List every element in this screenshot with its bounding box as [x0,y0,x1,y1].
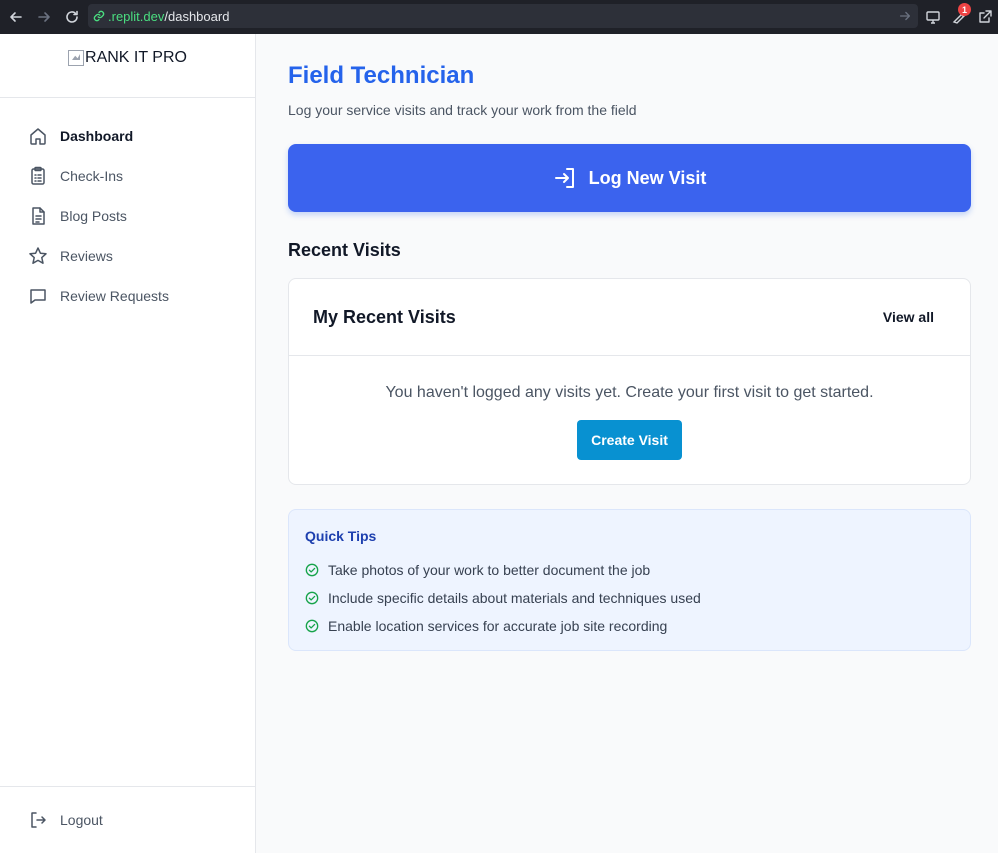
sidebar-nav: Dashboard Check-Ins Blog Posts Reviews R… [0,98,255,316]
logo-alt-text: RANK IT PRO [85,49,187,66]
sidebar-item-label: Dashboard [60,128,134,144]
sidebar-item-review-requests[interactable]: Review Requests [0,276,255,316]
arrow-right-icon [38,12,50,22]
logout-button[interactable]: Logout [0,786,255,853]
empty-state-message: You haven't logged any visits yet. Creat… [385,384,874,401]
check-circle-icon [305,619,319,633]
browser-toolbar: .replit.dev/dashboard 1 [0,0,998,34]
devtools-button[interactable]: 1 [946,0,972,34]
external-link-icon [979,10,992,23]
sidebar: RANK IT PRO Dashboard Check-Ins Blog Pos… [0,34,256,853]
recent-visits-heading: Recent Visits [288,240,401,260]
url-host: .replit.dev [108,8,165,24]
tip-item: Take photos of your work to better docum… [305,556,954,584]
logout-icon [31,812,46,828]
forward-button[interactable] [30,0,58,34]
tip-text: Enable location services for accurate jo… [328,618,668,634]
card-body: You haven't logged any visits yet. Creat… [289,356,970,460]
main-content: Field Technician Log your service visits… [288,34,971,651]
sidebar-item-label: Review Requests [60,288,169,304]
monitor-icon [926,11,940,24]
sidebar-item-reviews[interactable]: Reviews [0,236,255,276]
link-icon [93,10,105,22]
quick-tips-list: Take photos of your work to better docum… [305,556,954,640]
arrow-left-icon [10,12,22,22]
logo[interactable]: RANK IT PRO [68,49,187,97]
notification-badge: 1 [958,3,971,16]
check-circle-icon [305,563,319,577]
page-title: Field Technician [288,62,475,89]
home-icon [30,128,46,145]
open-external-button[interactable] [972,0,998,34]
star-icon [29,247,47,264]
address-bar[interactable]: .replit.dev/dashboard [88,4,918,28]
page-subtitle: Log your service visits and track your w… [288,102,637,118]
url-path: /dashboard [164,8,230,24]
browser-actions: 1 [920,0,998,34]
sidebar-item-dashboard[interactable]: Dashboard [0,116,255,156]
log-new-visit-button[interactable]: Log New Visit [288,144,971,212]
sidebar-item-label: Check-Ins [60,168,124,184]
devices-button[interactable] [920,0,946,34]
view-all-link[interactable]: View all [883,309,934,325]
create-visit-button[interactable]: Create Visit [577,420,682,460]
message-icon [30,289,46,304]
reload-icon [66,10,78,23]
log-new-visit-label: Log New Visit [588,167,707,188]
logout-label: Logout [60,812,103,828]
tip-text: Include specific details about materials… [328,590,701,606]
card-header: My Recent Visits View all [289,279,970,356]
sidebar-item-check-ins[interactable]: Check-Ins [0,156,255,196]
login-icon [554,168,574,188]
check-circle-icon [305,591,319,605]
document-icon [32,207,45,225]
tip-item: Enable location services for accurate jo… [305,612,954,640]
quick-tips-panel: Quick Tips Take photos of your work to b… [288,509,971,651]
sidebar-item-blog-posts[interactable]: Blog Posts [0,196,255,236]
tip-text: Take photos of your work to better docum… [328,562,651,578]
sidebar-item-label: Reviews [60,248,113,264]
quick-tips-title: Quick Tips [305,528,377,544]
logo-area: RANK IT PRO [0,34,255,98]
reload-button[interactable] [58,0,86,34]
clipboard-icon [31,166,45,185]
go-arrow-icon[interactable] [898,9,912,23]
sidebar-item-label: Blog Posts [60,208,127,224]
broken-image-icon [68,50,85,66]
tip-item: Include specific details about materials… [305,584,954,612]
back-button[interactable] [2,0,30,34]
card-title: My Recent Visits [313,306,456,327]
recent-visits-card: My Recent Visits View all You haven't lo… [288,278,971,485]
